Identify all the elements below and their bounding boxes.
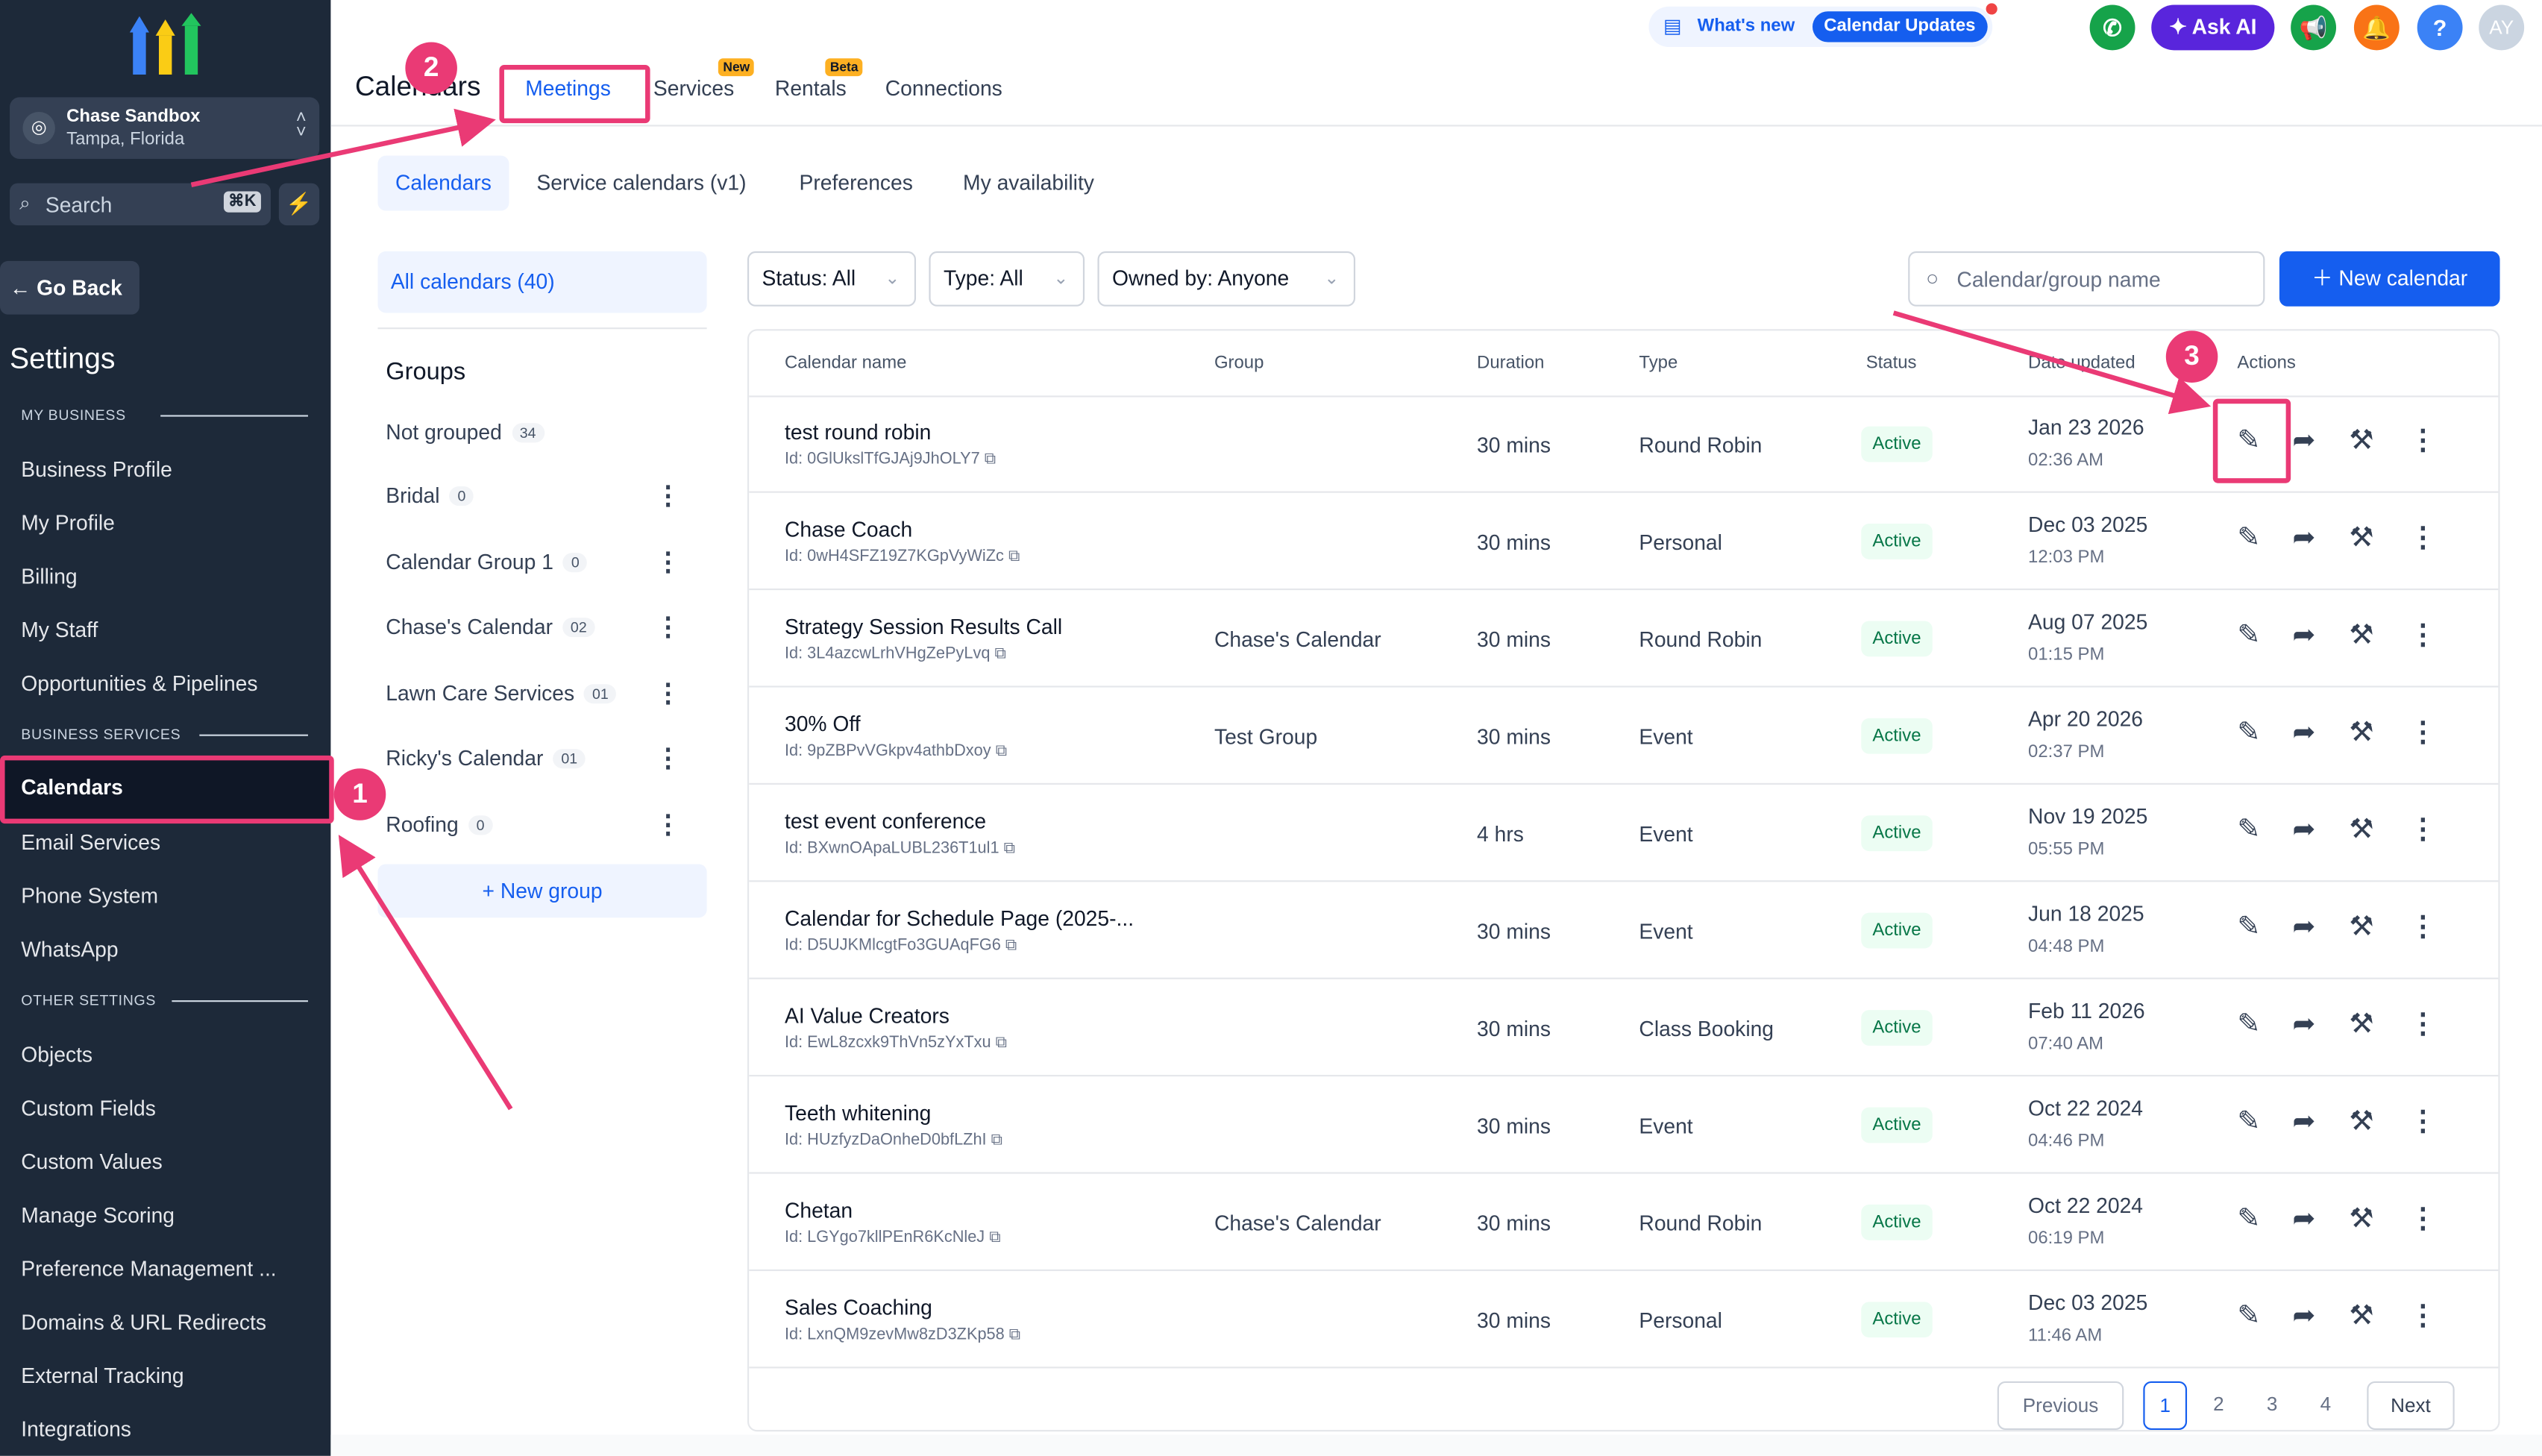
app-window: ◎ Chase Sandbox Tampa, Florida ˄ ˅ ⌕ Sear… (0, 0, 2542, 1456)
step-1-marker: 1 (333, 768, 386, 820)
annotation-arrows (190, 108, 2212, 1111)
step-2-marker: 2 (405, 42, 457, 95)
step-3-marker: 3 (2165, 330, 2218, 383)
